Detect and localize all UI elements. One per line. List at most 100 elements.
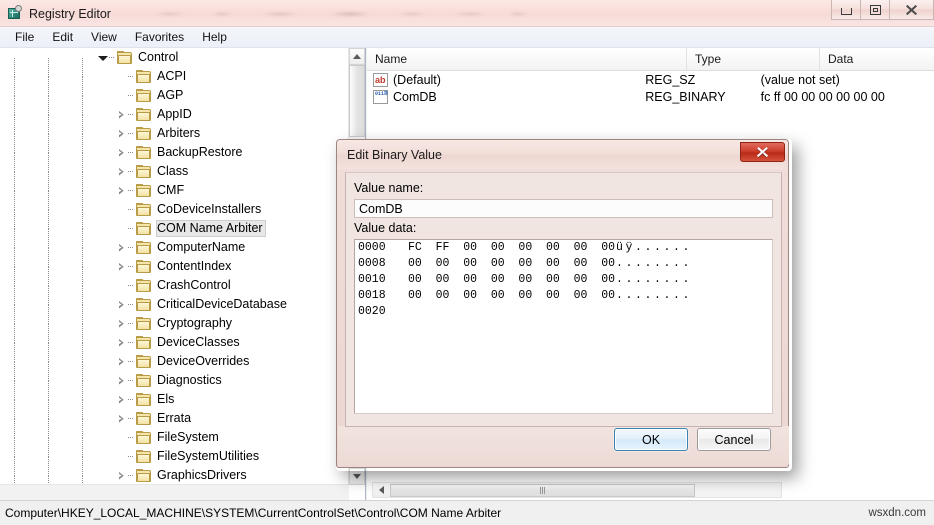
tree-item[interactable]: CoDeviceInstallers: [0, 200, 349, 229]
tree-item-label: Arbiters: [157, 126, 201, 140]
tree-connector-line: [128, 428, 136, 447]
table-row[interactable]: ComDB REG_BINARY fc ff 00 00 00 00 00 00: [367, 88, 934, 105]
tree-item-label: COM Name Arbiter: [156, 220, 266, 237]
tree-item[interactable]: DeviceClasses: [0, 333, 349, 362]
expand-arrow-icon[interactable]: [115, 352, 128, 371]
tree-item[interactable]: Errata: [0, 409, 349, 438]
folder-icon: [136, 259, 152, 274]
hex-row[interactable]: 0008 00 00 00 00 00 00 00 00........: [355, 256, 772, 272]
tree-item[interactable]: Arbiters: [0, 124, 349, 153]
menu-item-file[interactable]: File: [6, 28, 43, 46]
expand-arrow-icon[interactable]: [115, 124, 128, 143]
expand-arrow-icon[interactable]: [115, 295, 128, 314]
expand-arrow-icon[interactable]: [115, 238, 128, 257]
dialog-title: Edit Binary Value: [347, 147, 442, 162]
expand-arrow-icon[interactable]: [115, 333, 128, 352]
column-header-type[interactable]: Type: [687, 48, 820, 70]
hex-offset: 0020: [358, 305, 386, 318]
tree-item[interactable]: AGP: [0, 86, 349, 115]
tree-scroll-down-button[interactable]: [349, 468, 365, 485]
expand-arrow-icon[interactable]: [115, 371, 128, 390]
expand-arrow-icon[interactable]: [115, 162, 128, 181]
chevron-right-icon: [119, 471, 124, 480]
expand-arrow-icon[interactable]: [115, 390, 128, 409]
hex-row[interactable]: 0000 FC FF 00 00 00 00 00 00 üÿ......: [355, 240, 772, 256]
tree-item-label: FileSystem: [157, 430, 219, 444]
tree-item[interactable]: Cryptography: [0, 314, 349, 343]
tree-scroll-up-button[interactable]: [349, 48, 365, 65]
tree-item[interactable]: CriticalDeviceDatabase: [0, 295, 349, 324]
tree-item[interactable]: FileSystemUtilities: [0, 447, 349, 476]
tree-connector-line: [109, 48, 117, 67]
expand-arrow-icon[interactable]: [115, 409, 128, 428]
tree-item[interactable]: BackupRestore: [0, 143, 349, 172]
close-icon: [756, 147, 769, 158]
tree-item[interactable]: CMF: [0, 181, 349, 210]
chevron-right-icon: [119, 414, 124, 423]
expand-arrow-icon[interactable]: [115, 314, 128, 333]
tree-connector-line: [128, 86, 136, 105]
minimize-button[interactable]: [831, 0, 860, 20]
chevron-right-icon: [119, 319, 124, 328]
tree-expander-placeholder: [115, 86, 128, 105]
folder-icon: [136, 430, 152, 445]
tree-item[interactable]: Control: [0, 48, 349, 77]
collapse-arrow-icon[interactable]: [96, 48, 109, 67]
value-name-cell: (Default): [367, 72, 645, 87]
tree-expander-placeholder: [115, 200, 128, 219]
tree-connector-line: [128, 276, 136, 295]
tree-item[interactable]: CrashControl: [0, 276, 349, 305]
tree-horizontal-scrollbar[interactable]: [0, 484, 349, 500]
tree-item[interactable]: Diagnostics: [0, 371, 349, 400]
tree-item[interactable]: COM Name Arbiter: [0, 219, 349, 248]
hex-row[interactable]: 0010 00 00 00 00 00 00 00 00........: [355, 272, 772, 288]
tree-item-label: Els: [157, 392, 175, 406]
tree-item[interactable]: Els: [0, 390, 349, 419]
registry-tree[interactable]: Control ACPI AGP AppID Arbiters BackupRestore…: [0, 48, 349, 485]
tree-item[interactable]: ACPI: [0, 67, 349, 96]
tree-item[interactable]: FileSystem: [0, 428, 349, 457]
expand-arrow-icon[interactable]: [115, 105, 128, 124]
values-scroll-thumb[interactable]: [390, 484, 695, 497]
restore-button[interactable]: [860, 0, 889, 20]
tree-item[interactable]: AppID: [0, 105, 349, 134]
menu-item-help[interactable]: Help: [193, 28, 236, 46]
chevron-down-icon: [353, 474, 361, 479]
column-header-name[interactable]: Name: [367, 48, 687, 70]
menu-item-favorites[interactable]: Favorites: [126, 28, 193, 46]
dialog-close-button[interactable]: [740, 142, 785, 162]
value-name-input[interactable]: ComDB: [354, 199, 773, 218]
ok-button[interactable]: OK: [614, 428, 688, 451]
tree-item[interactable]: GraphicsDrivers: [0, 466, 349, 485]
hex-row[interactable]: 0018 00 00 00 00 00 00 00 00........: [355, 288, 772, 304]
values-scroll-left-button[interactable]: [373, 483, 390, 497]
close-button[interactable]: [889, 0, 934, 20]
menu-item-edit[interactable]: Edit: [43, 28, 82, 46]
tree-connector-line: [128, 238, 136, 257]
tree-item[interactable]: ComputerName: [0, 238, 349, 267]
tree-item[interactable]: DeviceOverrides: [0, 352, 349, 381]
tree-connector-line: [128, 295, 136, 314]
expand-arrow-icon[interactable]: [115, 181, 128, 200]
expand-arrow-icon[interactable]: [115, 257, 128, 276]
hex-row[interactable]: 0020: [355, 304, 772, 320]
dialog-titlebar[interactable]: Edit Binary Value: [337, 140, 788, 169]
expand-arrow-icon[interactable]: [115, 466, 128, 485]
hex-offset: 0000: [358, 241, 386, 254]
chevron-right-icon: [119, 110, 124, 119]
table-row[interactable]: (Default) REG_SZ (value not set): [367, 71, 934, 88]
menu-item-view[interactable]: View: [82, 28, 126, 46]
folder-icon: [136, 240, 152, 255]
tree-item-label: BackupRestore: [157, 145, 243, 159]
window-titlebar[interactable]: Registry Editor: [0, 0, 934, 27]
folder-icon: [136, 449, 152, 464]
chevron-right-icon: [119, 129, 124, 138]
cancel-button[interactable]: Cancel: [697, 428, 771, 451]
expand-arrow-icon[interactable]: [115, 143, 128, 162]
hex-editor[interactable]: 0000 FC FF 00 00 00 00 00 00 üÿ...... 0008 0…: [354, 239, 773, 414]
column-header-data[interactable]: Data: [820, 48, 934, 70]
tree-item[interactable]: ContentIndex: [0, 257, 349, 286]
tree-scroll-thumb[interactable]: [349, 65, 365, 137]
tree-item[interactable]: Class: [0, 162, 349, 191]
values-horizontal-scrollbar[interactable]: [372, 482, 782, 498]
